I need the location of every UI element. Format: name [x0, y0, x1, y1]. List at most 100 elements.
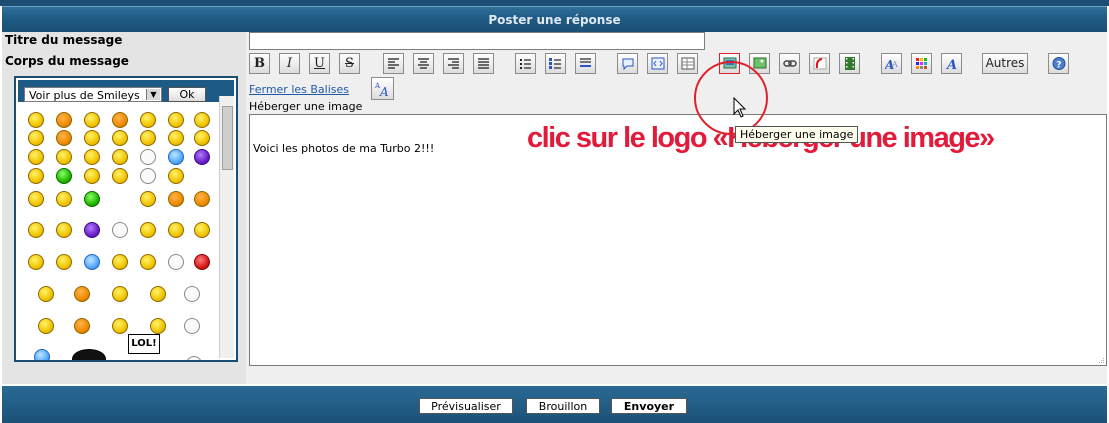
- smiley-icon[interactable]: [194, 222, 210, 238]
- smiley-icon[interactable]: [56, 168, 72, 184]
- others-button[interactable]: Autres: [982, 53, 1028, 74]
- smiley-icon[interactable]: [168, 254, 184, 270]
- underline-button[interactable]: U: [309, 53, 330, 74]
- smiley-icon[interactable]: [194, 149, 210, 165]
- smiley-icon[interactable]: [34, 349, 50, 360]
- smiley-icon[interactable]: [194, 112, 210, 128]
- smiley-icon[interactable]: [28, 222, 44, 238]
- align-left-button[interactable]: [383, 53, 404, 74]
- horizontal-rule-button[interactable]: [575, 53, 596, 74]
- scrollbar-thumb[interactable]: [222, 106, 233, 170]
- lol-sign[interactable]: LOL!: [128, 334, 160, 354]
- smiley-icon[interactable]: [84, 112, 100, 128]
- smiley-icon[interactable]: [84, 149, 100, 165]
- smiley-icon[interactable]: [84, 222, 100, 238]
- smiley-icon[interactable]: [184, 318, 200, 334]
- smiley-icon[interactable]: [168, 149, 184, 165]
- smiley-icon[interactable]: [150, 318, 166, 334]
- smiley-icon[interactable]: [28, 112, 44, 128]
- video-button[interactable]: [839, 53, 860, 74]
- flash-button[interactable]: [809, 53, 830, 74]
- smiley-icon[interactable]: [184, 286, 200, 302]
- smiley-icon[interactable]: [194, 254, 210, 270]
- smiley-icon[interactable]: [168, 112, 184, 128]
- image-icon: [753, 57, 767, 69]
- font-button[interactable]: A: [941, 53, 962, 74]
- smiley-icon[interactable]: [140, 168, 156, 184]
- smiley-icon[interactable]: [84, 130, 100, 146]
- text-size-toggle-button[interactable]: AA: [371, 77, 394, 100]
- italic-button[interactable]: I: [279, 53, 300, 74]
- font-size-button[interactable]: AA: [881, 53, 902, 74]
- smiley-icon[interactable]: [84, 254, 100, 270]
- smiley-icon[interactable]: [112, 254, 128, 270]
- color-button[interactable]: [911, 53, 932, 74]
- smiley-icon[interactable]: [56, 191, 72, 207]
- smiley-icon[interactable]: [112, 149, 128, 165]
- smiley-icon[interactable]: [84, 168, 100, 184]
- bullet-list-icon: [520, 59, 531, 69]
- smiley-icon[interactable]: [112, 286, 128, 302]
- send-button[interactable]: Envoyer: [611, 398, 687, 414]
- preview-button[interactable]: Prévisualiser: [419, 398, 513, 414]
- smiley-icon[interactable]: [112, 318, 128, 334]
- strikethrough-button[interactable]: S: [339, 53, 360, 74]
- smiley-icon[interactable]: [74, 318, 90, 334]
- smiley-icon[interactable]: [28, 149, 44, 165]
- help-button[interactable]: ?: [1048, 53, 1069, 74]
- smiley-icon[interactable]: [72, 349, 106, 360]
- link-button[interactable]: [779, 53, 800, 74]
- smiley-icon[interactable]: [74, 286, 90, 302]
- smiley-icon[interactable]: [112, 130, 128, 146]
- font-size-icon: AA: [885, 58, 898, 70]
- svg-text:A: A: [945, 58, 957, 70]
- align-center-button[interactable]: [413, 53, 434, 74]
- smiley-icon[interactable]: [38, 318, 54, 334]
- smiley-icon[interactable]: [112, 222, 128, 238]
- table-button[interactable]: [677, 53, 698, 74]
- smiley-icon[interactable]: [140, 191, 156, 207]
- bold-button[interactable]: B: [249, 53, 270, 74]
- smiley-icon[interactable]: [186, 356, 202, 360]
- smiley-icon[interactable]: [140, 254, 156, 270]
- smiley-icon[interactable]: [28, 130, 44, 146]
- smiley-icon[interactable]: [168, 168, 184, 184]
- numbered-list-button[interactable]: [545, 53, 566, 74]
- smiley-icon[interactable]: [194, 130, 210, 146]
- smiley-icon[interactable]: [168, 222, 184, 238]
- align-justify-button[interactable]: [473, 53, 494, 74]
- smiley-icon[interactable]: [168, 191, 184, 207]
- table-icon: [681, 57, 695, 70]
- align-right-button[interactable]: [443, 53, 464, 74]
- smiley-scrollbar[interactable]: [219, 96, 234, 358]
- smiley-icon[interactable]: [56, 130, 72, 146]
- smiley-icon[interactable]: [194, 191, 210, 207]
- draft-button[interactable]: Brouillon: [526, 398, 600, 414]
- smiley-icon[interactable]: [112, 112, 128, 128]
- close-tags-link[interactable]: Fermer les Balises: [249, 83, 349, 96]
- numbered-list-icon: [549, 58, 561, 69]
- smiley-icon[interactable]: [140, 112, 156, 128]
- smiley-icon[interactable]: [168, 130, 184, 146]
- smiley-icon[interactable]: [56, 149, 72, 165]
- smiley-ok-button[interactable]: Ok: [168, 87, 206, 102]
- smiley-icon[interactable]: [56, 222, 72, 238]
- smiley-icon[interactable]: [140, 130, 156, 146]
- smiley-icon[interactable]: [140, 222, 156, 238]
- smiley-category-select[interactable]: Voir plus de Smileys ▼: [24, 87, 162, 102]
- smiley-icon[interactable]: [28, 254, 44, 270]
- smiley-icon[interactable]: [56, 254, 72, 270]
- smiley-icon[interactable]: [84, 191, 100, 207]
- quote-button[interactable]: [617, 53, 638, 74]
- smiley-icon[interactable]: [38, 286, 54, 302]
- smiley-icon[interactable]: [112, 168, 128, 184]
- title-input[interactable]: [249, 32, 705, 50]
- smiley-icon[interactable]: [28, 191, 44, 207]
- smiley-icon[interactable]: [150, 286, 166, 302]
- smiley-icon[interactable]: [56, 112, 72, 128]
- resize-grip-icon[interactable]: [1097, 356, 1105, 364]
- code-button[interactable]: [647, 53, 668, 74]
- bullet-list-button[interactable]: [515, 53, 536, 74]
- smiley-icon[interactable]: [28, 168, 44, 184]
- smiley-icon[interactable]: [140, 149, 156, 165]
